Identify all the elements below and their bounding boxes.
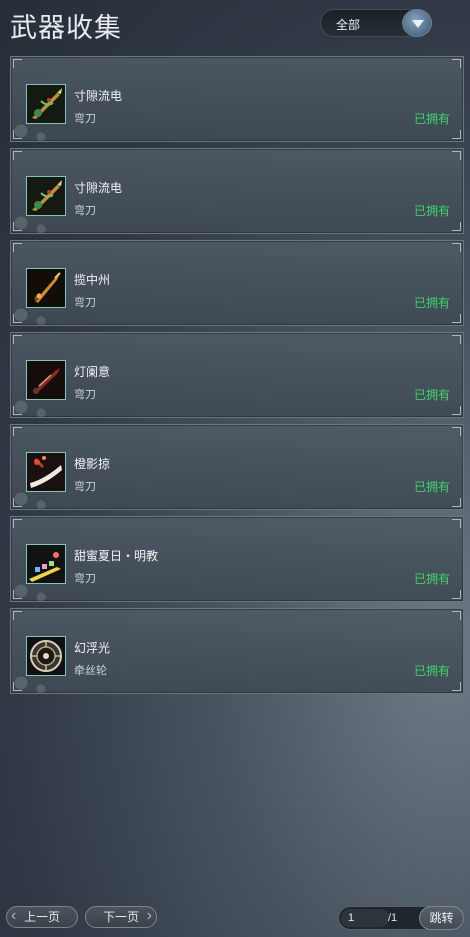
weapon-card[interactable]: 幻浮光 牵丝轮 已拥有 bbox=[10, 608, 464, 694]
owned-status: 已拥有 bbox=[413, 296, 450, 310]
page-jump-box: 1 /1 跳转 bbox=[338, 906, 464, 930]
weapon-type: 弯刀 bbox=[74, 205, 96, 217]
weapon-card[interactable]: 甜蜜夏日・明教 弯刀 已拥有 bbox=[10, 516, 464, 602]
weapon-name: 橙影掠 bbox=[74, 457, 111, 471]
weapon-card[interactable]: 寸隙流电 弯刀 已拥有 bbox=[10, 56, 464, 142]
weapon-card[interactable]: 灯阑意 弯刀 已拥有 bbox=[10, 332, 464, 418]
page-title: 武器收集 bbox=[10, 13, 122, 43]
prev-page-label: 上一页 bbox=[23, 910, 60, 924]
weapon-type: 弯刀 bbox=[74, 113, 96, 125]
owned-status: 已拥有 bbox=[413, 204, 450, 218]
weapon-name: 灯阑意 bbox=[74, 365, 111, 379]
weapon-type: 弯刀 bbox=[74, 389, 96, 401]
prev-page-button[interactable]: ‹ 上一页 bbox=[6, 906, 78, 928]
weapon-list: 寸隙流电 弯刀 已拥有 寸隙流电 弯刀 已拥有 揽中州 弯刀 已拥有 灯阑意 弯… bbox=[10, 56, 464, 700]
next-page-label: 下一页 bbox=[102, 910, 139, 924]
blade-white-red-icon bbox=[26, 452, 66, 492]
owned-status: 已拥有 bbox=[413, 388, 450, 402]
owned-status: 已拥有 bbox=[413, 112, 450, 126]
current-page: 1 bbox=[348, 912, 355, 924]
weapon-name: 寸隙流电 bbox=[74, 181, 123, 195]
total-pages: /1 bbox=[388, 912, 398, 924]
blade-green-gold-icon bbox=[26, 176, 66, 216]
weapon-name: 甜蜜夏日・明教 bbox=[74, 549, 159, 563]
chevron-down-icon[interactable] bbox=[402, 9, 432, 37]
weapon-card[interactable]: 揽中州 弯刀 已拥有 bbox=[10, 240, 464, 326]
weapon-name: 寸隙流电 bbox=[74, 89, 123, 103]
weapon-type: 弯刀 bbox=[74, 297, 96, 309]
weapon-type: 弯刀 bbox=[74, 481, 96, 493]
weapon-type: 弯刀 bbox=[74, 573, 96, 585]
weapon-name: 揽中州 bbox=[74, 273, 111, 287]
owned-status: 已拥有 bbox=[413, 480, 450, 494]
chevron-right-icon: › bbox=[146, 907, 152, 924]
blade-golden-icon bbox=[26, 268, 66, 308]
blade-green-gold-icon bbox=[26, 84, 66, 124]
blade-crimson-icon bbox=[26, 360, 66, 400]
wheel-icon bbox=[26, 636, 66, 676]
weapon-card[interactable]: 橙影掠 弯刀 已拥有 bbox=[10, 424, 464, 510]
category-filter-dropdown[interactable]: 全部 bbox=[320, 9, 432, 37]
weapon-name: 幻浮光 bbox=[74, 641, 111, 655]
next-page-button[interactable]: 下一页 › bbox=[85, 906, 157, 928]
owned-status: 已拥有 bbox=[413, 664, 450, 678]
jump-button[interactable]: 跳转 bbox=[419, 906, 464, 930]
owned-status: 已拥有 bbox=[413, 572, 450, 586]
filter-selected-label: 全部 bbox=[336, 18, 361, 32]
weapon-card[interactable]: 寸隙流电 弯刀 已拥有 bbox=[10, 148, 464, 234]
weapon-type: 牵丝轮 bbox=[74, 665, 107, 677]
chevron-left-icon: ‹ bbox=[11, 907, 17, 924]
blade-candy-icon bbox=[26, 544, 66, 584]
